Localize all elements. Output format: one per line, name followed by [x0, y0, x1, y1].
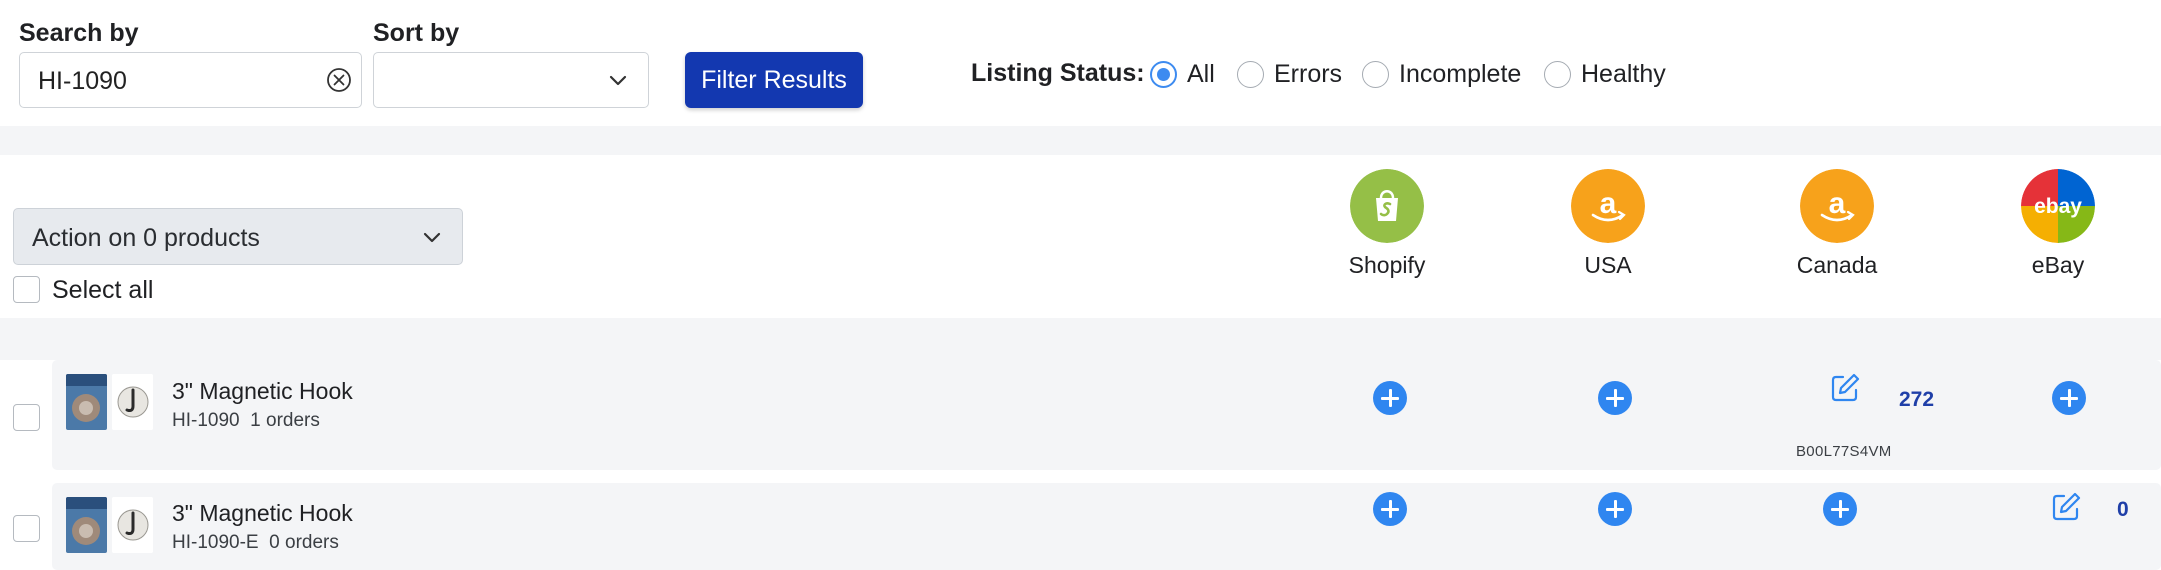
sort-select[interactable] [373, 52, 649, 108]
select-all-label: Select all [52, 276, 154, 304]
svg-text:a: a [1600, 187, 1617, 220]
amazon-icon: a [1800, 169, 1874, 243]
sku-text: HI-1090 [172, 410, 240, 431]
product-image [66, 374, 107, 430]
chevron-down-icon [423, 232, 441, 243]
chevron-down-icon [609, 75, 627, 86]
bulk-action-select[interactable]: Action on 0 products [13, 208, 463, 265]
asin-text: B00L77S4VM [1796, 443, 1892, 460]
channel-name: eBay [2031, 252, 2085, 278]
row-checkbox[interactable] [13, 515, 40, 542]
search-label: Search by [19, 19, 139, 47]
orders-count: 1 orders [250, 410, 320, 431]
svg-text:a: a [1829, 187, 1846, 220]
status-radio-incomplete[interactable]: Incomplete [1362, 60, 1521, 88]
sku-text: HI-1090-E [172, 532, 259, 553]
channel-name: USA [1584, 252, 1632, 278]
product-image [112, 374, 153, 430]
product-image [112, 497, 153, 553]
bulk-action-label: Action on 0 products [32, 224, 260, 252]
channel-name: Canada [1796, 252, 1878, 278]
add-listing-button[interactable] [1373, 381, 1407, 415]
select-all-checkbox[interactable] [13, 276, 40, 303]
clear-circle-icon[interactable] [325, 66, 353, 94]
channel-name: Shopify [1348, 252, 1426, 278]
stock-count[interactable]: 272 [1899, 388, 1934, 412]
status-radio-label: Healthy [1581, 59, 1666, 88]
status-radio-label: All [1187, 59, 1215, 88]
add-listing-button[interactable] [1598, 492, 1632, 526]
section-divider [0, 126, 2161, 155]
status-radio-errors[interactable]: Errors [1237, 60, 1342, 88]
product-image [66, 497, 107, 553]
orders-count: 0 orders [269, 532, 339, 553]
channel-usa: a USA [1528, 169, 1688, 279]
channel-ebay: ebay eBay [1978, 169, 2138, 279]
filter-results-button[interactable]: Filter Results [685, 52, 863, 108]
edit-icon[interactable] [2050, 491, 2082, 523]
channel-shopify: Shopify [1307, 169, 1467, 279]
add-listing-button[interactable] [2052, 381, 2086, 415]
add-listing-button[interactable] [1373, 492, 1407, 526]
edit-icon[interactable] [1829, 372, 1861, 404]
status-radio-all[interactable]: All [1150, 60, 1215, 88]
listing-status-label: Listing Status: [971, 59, 1145, 87]
product-title[interactable]: 3" Magnetic Hook [172, 500, 353, 527]
add-listing-button[interactable] [1598, 381, 1632, 415]
search-input[interactable]: HI-1090 [19, 52, 362, 108]
radio-icon [1237, 60, 1264, 88]
product-title[interactable]: 3" Magnetic Hook [172, 378, 353, 405]
row-checkbox[interactable] [13, 404, 40, 431]
channel-canada: a Canada [1757, 169, 1917, 279]
status-radio-label: Incomplete [1399, 59, 1522, 88]
filter-bar: Search by HI-1090 Sort by Filter Results… [0, 0, 2161, 126]
product-sku: HI-1090-E 0 orders [172, 532, 339, 554]
section-divider [0, 318, 2161, 360]
amazon-icon: a [1571, 169, 1645, 243]
add-listing-button[interactable] [1823, 492, 1857, 526]
radio-icon [1544, 60, 1571, 88]
radio-selected-icon [1150, 60, 1177, 88]
product-row[interactable]: 3" Magnetic Hook HI-1090 1 orders 272 B0… [52, 360, 2161, 470]
sort-label: Sort by [373, 19, 460, 47]
product-row[interactable]: 3" Magnetic Hook HI-1090-E 0 orders 0 [52, 483, 2161, 570]
search-input-value: HI-1090 [38, 67, 127, 95]
ebay-icon: ebay [2021, 169, 2095, 243]
stock-count[interactable]: 0 [2117, 498, 2129, 522]
radio-icon [1362, 60, 1389, 88]
svg-text:ebay: ebay [2034, 195, 2082, 218]
product-sku: HI-1090 1 orders [172, 410, 320, 432]
shopify-icon [1350, 169, 1424, 243]
status-radio-healthy[interactable]: Healthy [1544, 60, 1666, 88]
status-radio-label: Errors [1274, 59, 1343, 88]
